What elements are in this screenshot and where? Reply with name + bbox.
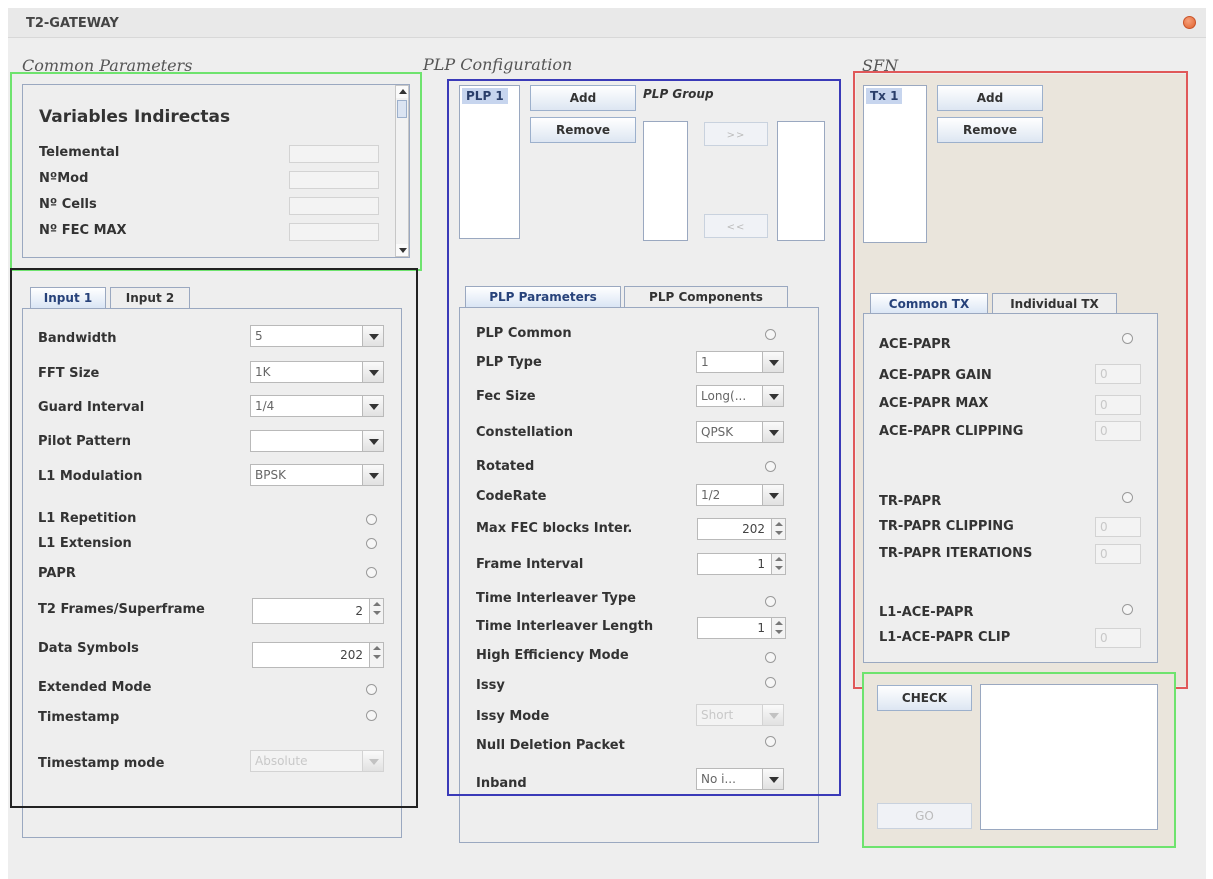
close-icon[interactable] xyxy=(1183,16,1196,29)
highlight-frame-input xyxy=(10,268,418,808)
title-bar: T2-GATEWAY xyxy=(8,8,1206,38)
highlight-frame-plp xyxy=(447,79,841,796)
highlight-frame-sfn xyxy=(853,71,1188,689)
highlight-frame-variables xyxy=(10,72,422,271)
plp-configuration-title: PLP Configuration xyxy=(423,55,573,74)
window-title: T2-GATEWAY xyxy=(26,16,119,31)
highlight-frame-actions xyxy=(862,672,1176,848)
